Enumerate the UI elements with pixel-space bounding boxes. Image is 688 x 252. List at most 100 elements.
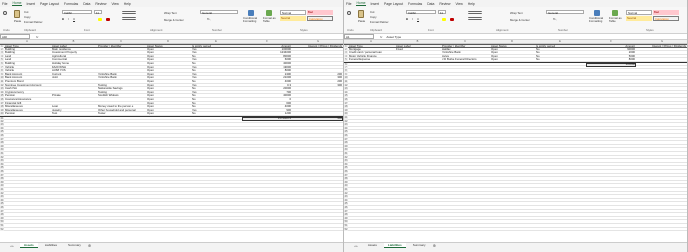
style-calculation[interactable]: Calculation <box>307 16 333 21</box>
status-bar <box>344 248 687 252</box>
column-header-e[interactable]: E <box>191 40 241 43</box>
percent-button[interactable]: % , <box>553 17 557 21</box>
column-header-c[interactable]: C <box>97 40 145 43</box>
paste-button[interactable]: Paste <box>358 19 365 23</box>
style-bad[interactable]: Bad <box>307 10 333 15</box>
sheet-nav-arrows[interactable]: ◂ ▸ <box>10 244 14 248</box>
menu-help[interactable]: Help <box>124 2 131 6</box>
format-as-table-button[interactable]: Format as Table <box>263 17 277 23</box>
undo-icon[interactable] <box>347 11 351 15</box>
style-bad[interactable]: Bad <box>653 10 679 15</box>
row-number[interactable]: 52 <box>344 227 348 232</box>
number-format-select[interactable]: General <box>546 10 584 15</box>
copy-button[interactable]: Copy <box>24 15 31 19</box>
bold-button[interactable]: B <box>406 17 408 21</box>
font-name-select[interactable]: Calibri <box>62 10 92 15</box>
menu-data[interactable]: Data <box>83 2 90 6</box>
menu-formulas[interactable]: Formulas <box>64 2 78 6</box>
column-header-e[interactable]: E <box>535 40 585 43</box>
conditional-formatting-button[interactable]: Conditional Formatting <box>589 17 607 23</box>
align-center-icon[interactable] <box>468 17 482 20</box>
align-icon[interactable] <box>122 11 136 14</box>
row-number[interactable]: 52 <box>0 227 4 232</box>
column-header-b[interactable]: B <box>51 40 96 43</box>
menu-formulas[interactable]: Formulas <box>408 2 422 6</box>
menu-page-layout[interactable]: Page Layout <box>384 2 403 6</box>
menu-review[interactable]: Review <box>95 2 106 6</box>
wrap-text-button[interactable]: Wrap Text <box>510 11 523 15</box>
menu-view[interactable]: View <box>455 2 462 6</box>
name-box[interactable]: A40 <box>0 34 30 39</box>
sheet-nav-arrows[interactable]: ◂ ▸ <box>354 244 358 248</box>
column-header-a[interactable]: A <box>348 40 394 43</box>
conditional-formatting-button[interactable]: Conditional Formatting <box>243 17 261 23</box>
formula-input[interactable]: Asset Type <box>386 35 401 39</box>
menu-review[interactable]: Review <box>439 2 450 6</box>
paste-button[interactable]: Paste <box>14 19 21 23</box>
style-neutral[interactable]: Neutral <box>626 16 652 21</box>
column-header-d[interactable]: D <box>490 40 534 43</box>
cut-button[interactable]: Cut <box>24 10 28 14</box>
style-neutral[interactable]: Neutral <box>280 16 306 21</box>
merge-center-button[interactable]: Merge & Center <box>510 18 530 22</box>
copy-button[interactable]: Copy <box>370 15 377 19</box>
style-normal[interactable]: Normal <box>280 10 306 15</box>
menu-insert[interactable]: Insert <box>371 2 379 6</box>
paste-icon[interactable] <box>14 10 20 18</box>
menu-home[interactable]: Home <box>12 1 22 6</box>
column-header-f[interactable]: F <box>242 40 292 43</box>
format-painter-button[interactable]: Format Painter <box>24 20 43 24</box>
percent-button[interactable]: % , <box>207 17 211 21</box>
menu-data[interactable]: Data <box>427 2 434 6</box>
font-size-select[interactable]: 11 <box>94 10 102 15</box>
fill-color-icon[interactable] <box>442 18 446 21</box>
font-size-select[interactable]: 11 <box>438 10 446 15</box>
style-calculation[interactable]: Calculation <box>653 16 679 21</box>
menu-insert[interactable]: Insert <box>27 2 35 6</box>
excel-window-liabilities: File Home Insert Page Layout Formulas Data Rev… <box>344 0 688 252</box>
group-label-undo: Undo <box>3 28 10 32</box>
cut-button[interactable]: Cut <box>370 10 374 14</box>
italic-button[interactable]: I <box>412 17 413 21</box>
wrap-text-button[interactable]: Wrap Text <box>164 11 177 15</box>
column-header-c[interactable]: C <box>441 40 489 43</box>
name-box[interactable]: A1 <box>344 34 374 39</box>
fx-icon[interactable]: fx <box>380 35 382 39</box>
underline-button[interactable]: U <box>417 17 419 21</box>
format-painter-button[interactable]: Format Painter <box>370 20 389 24</box>
column-header-a[interactable]: A <box>4 40 50 43</box>
font-color-icon[interactable] <box>106 18 110 21</box>
fx-icon[interactable]: fx <box>36 35 38 39</box>
menu-view[interactable]: View <box>111 2 118 6</box>
menu-help[interactable]: Help <box>468 2 475 6</box>
ribbon: Paste Cut Copy Format Painter Calibri 11… <box>0 7 343 34</box>
menu-file[interactable]: File <box>2 2 7 6</box>
font-color-icon[interactable] <box>450 18 454 21</box>
column-header-g[interactable]: G <box>293 40 343 43</box>
format-as-table-button[interactable]: Format as Table <box>609 17 623 23</box>
merge-center-button[interactable]: Merge & Center <box>164 18 184 22</box>
menu-bar: File Home Insert Page Layout Formulas Data Rev… <box>0 0 343 7</box>
paste-icon[interactable] <box>358 10 364 18</box>
italic-button[interactable]: I <box>68 17 69 21</box>
bold-button[interactable]: B <box>62 17 64 21</box>
column-header-f[interactable]: F <box>586 40 636 43</box>
number-format-select[interactable]: General <box>200 10 238 15</box>
ribbon: Paste Cut Copy Format Painter Calibri 11… <box>344 7 687 34</box>
group-label-number: Number <box>212 28 222 32</box>
align-center-icon[interactable] <box>122 17 136 20</box>
undo-icon[interactable] <box>3 11 7 15</box>
menu-page-layout[interactable]: Page Layout <box>40 2 59 6</box>
fill-color-icon[interactable] <box>98 18 102 21</box>
column-header-b[interactable]: B <box>395 40 440 43</box>
style-normal[interactable]: Normal <box>626 10 652 15</box>
underline-button[interactable]: U <box>73 17 75 21</box>
group-label-alignment: Alignment <box>150 28 163 32</box>
group-label-font: Font <box>428 28 434 32</box>
menu-home[interactable]: Home <box>356 1 366 6</box>
menu-file[interactable]: File <box>346 2 351 6</box>
align-icon[interactable] <box>468 11 482 14</box>
column-header-d[interactable]: D <box>146 40 190 43</box>
column-header-g[interactable]: G <box>637 40 687 43</box>
font-name-select[interactable]: Calibri <box>406 10 436 15</box>
